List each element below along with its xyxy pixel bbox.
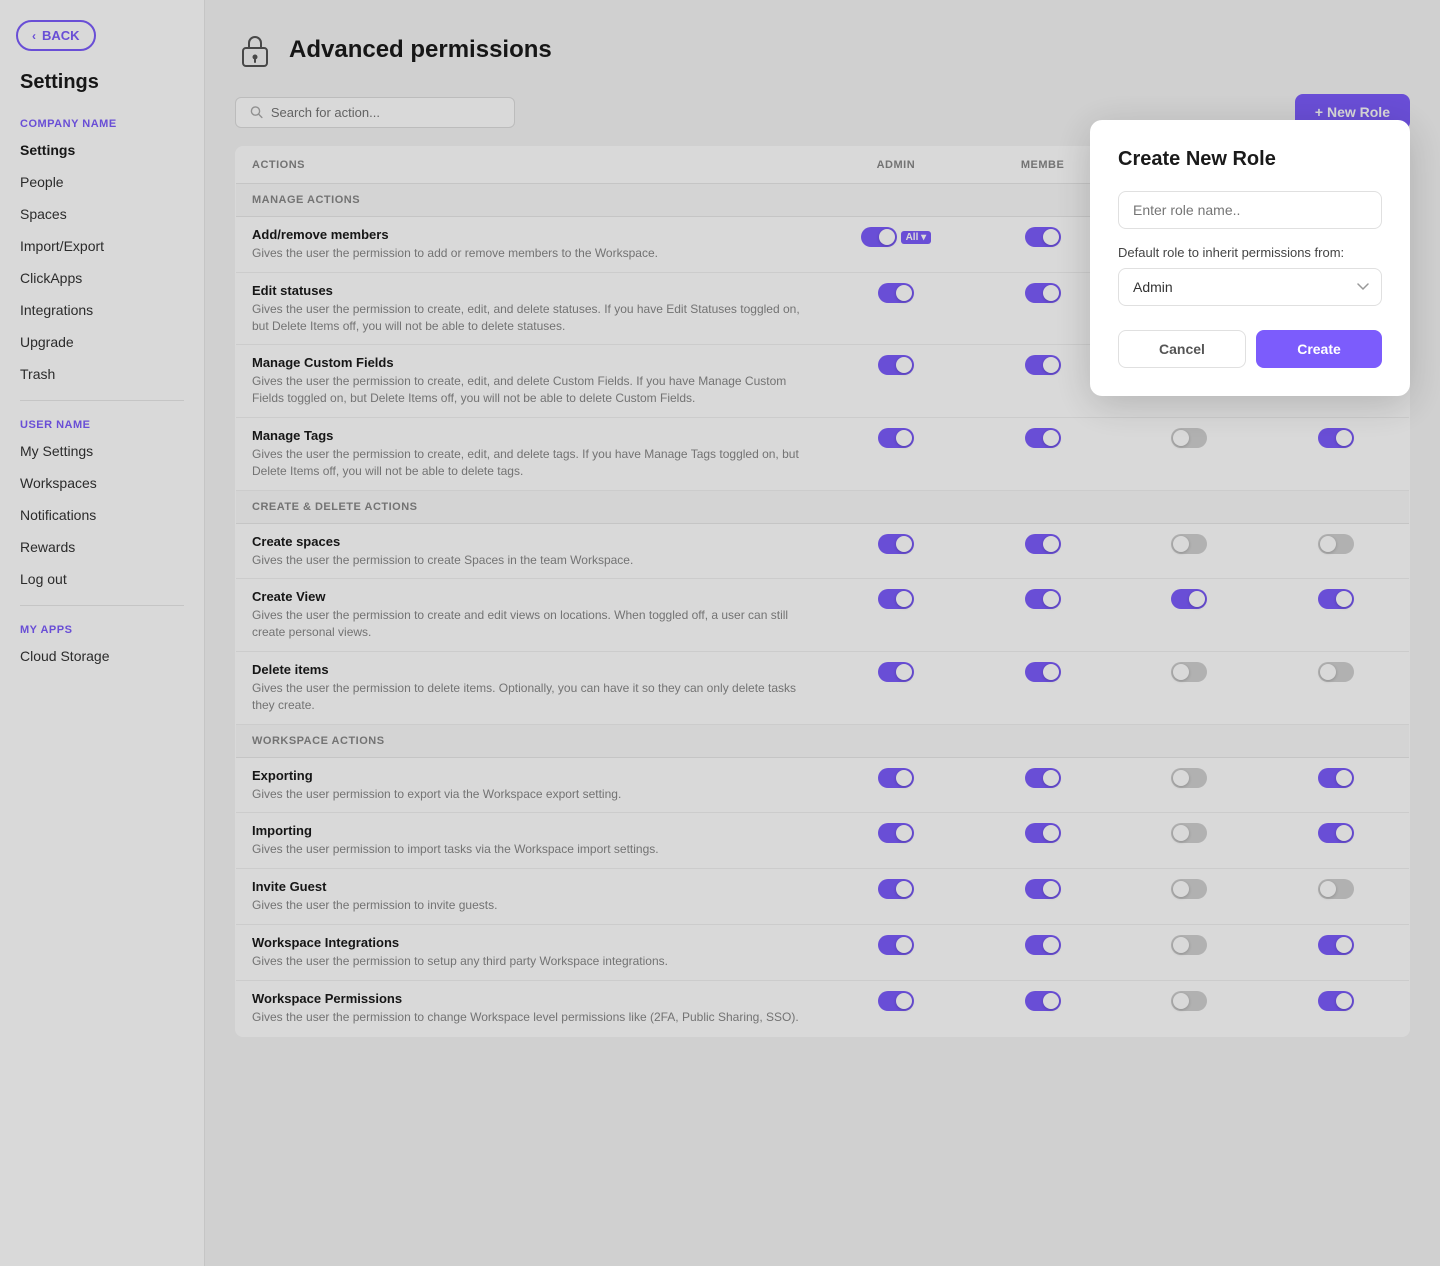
role-name-input[interactable] xyxy=(1118,191,1382,229)
inherit-label: Default role to inherit permissions from… xyxy=(1118,245,1382,260)
modal-overlay[interactable]: Create New Role Default role to inherit … xyxy=(0,0,1440,1266)
create-role-modal: Create New Role Default role to inherit … xyxy=(1090,120,1410,396)
modal-title: Create New Role xyxy=(1118,148,1382,171)
modal-actions: Cancel Create xyxy=(1118,330,1382,368)
create-button[interactable]: Create xyxy=(1256,330,1382,368)
cancel-button[interactable]: Cancel xyxy=(1118,330,1246,368)
inherit-select[interactable]: Admin Member Guest xyxy=(1118,268,1382,306)
